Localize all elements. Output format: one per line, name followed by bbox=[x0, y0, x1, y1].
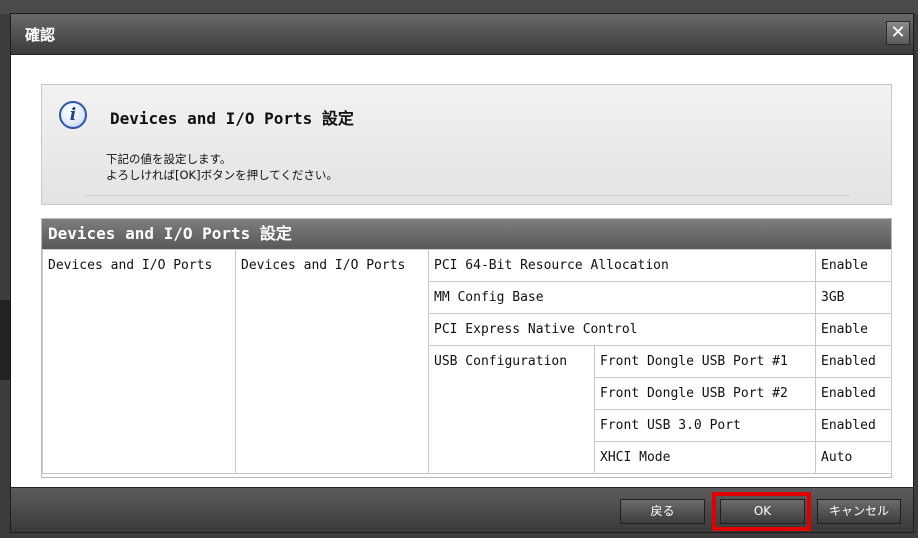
info-message-line2: よろしければ[OK]ボタンを押してください。 bbox=[106, 168, 338, 182]
background-edge bbox=[0, 300, 10, 380]
table-cell-setting-value: Enabled bbox=[815, 377, 892, 410]
cancel-button[interactable]: キャンセル bbox=[817, 499, 901, 524]
table-cell-setting-name: Front USB 3.0 Port bbox=[594, 409, 816, 442]
table-cell-setting-value: Auto bbox=[815, 441, 892, 474]
info-icon: i bbox=[59, 101, 87, 129]
ok-highlight-frame bbox=[712, 492, 811, 531]
table-cell-subcategory: Devices and I/O Ports bbox=[235, 249, 429, 474]
table-cell-setting-value: Enabled bbox=[815, 409, 892, 442]
table-cell-setting-name: Front Dongle USB Port #2 bbox=[594, 377, 816, 410]
table-cell-setting-name: Front Dongle USB Port #1 bbox=[594, 345, 816, 378]
dialog-title: 確認 bbox=[25, 26, 56, 44]
dialog-footer: 戻る OK キャンセル bbox=[11, 487, 913, 532]
confirm-dialog: 確認 ✕ i Devices and I/O Ports 設定 下記の値を設定し… bbox=[10, 13, 914, 533]
info-panel: i Devices and I/O Ports 設定 下記の値を設定します。 よ… bbox=[41, 84, 892, 205]
table-cell-setting-name: MM Config Base bbox=[428, 281, 816, 314]
settings-panel: Devices and I/O Ports 設定 Devices and I/O… bbox=[41, 218, 892, 478]
table-cell-category: Devices and I/O Ports bbox=[42, 249, 236, 474]
info-divider bbox=[84, 195, 849, 196]
table-cell-setting-name: XHCI Mode bbox=[594, 441, 816, 474]
table-cell-setting-name: PCI Express Native Control bbox=[428, 313, 816, 346]
table-cell-setting-value: Enabled bbox=[815, 345, 892, 378]
table-cell-setting-value: Enable bbox=[815, 313, 892, 346]
table-cell-setting-value: Enable bbox=[815, 249, 892, 282]
table-cell-usb-group: USB Configuration bbox=[428, 345, 595, 474]
settings-table: Devices and I/O Ports Devices and I/O Po… bbox=[42, 249, 892, 474]
info-message-line1: 下記の値を設定します。 bbox=[106, 152, 232, 166]
table-row: Devices and I/O Ports Devices and I/O Po… bbox=[42, 249, 892, 474]
settings-header: Devices and I/O Ports 設定 bbox=[42, 219, 891, 249]
table-cell-setting-name: PCI 64-Bit Resource Allocation bbox=[428, 249, 816, 282]
info-title: Devices and I/O Ports 設定 bbox=[110, 109, 354, 128]
close-icon[interactable]: ✕ bbox=[886, 21, 910, 45]
dialog-content: i Devices and I/O Ports 設定 下記の値を設定します。 よ… bbox=[11, 55, 913, 487]
dialog-titlebar: 確認 ✕ bbox=[11, 14, 913, 55]
back-button[interactable]: 戻る bbox=[620, 499, 705, 524]
table-cell-setting-value: 3GB bbox=[815, 281, 892, 314]
background-band bbox=[0, 0, 918, 14]
